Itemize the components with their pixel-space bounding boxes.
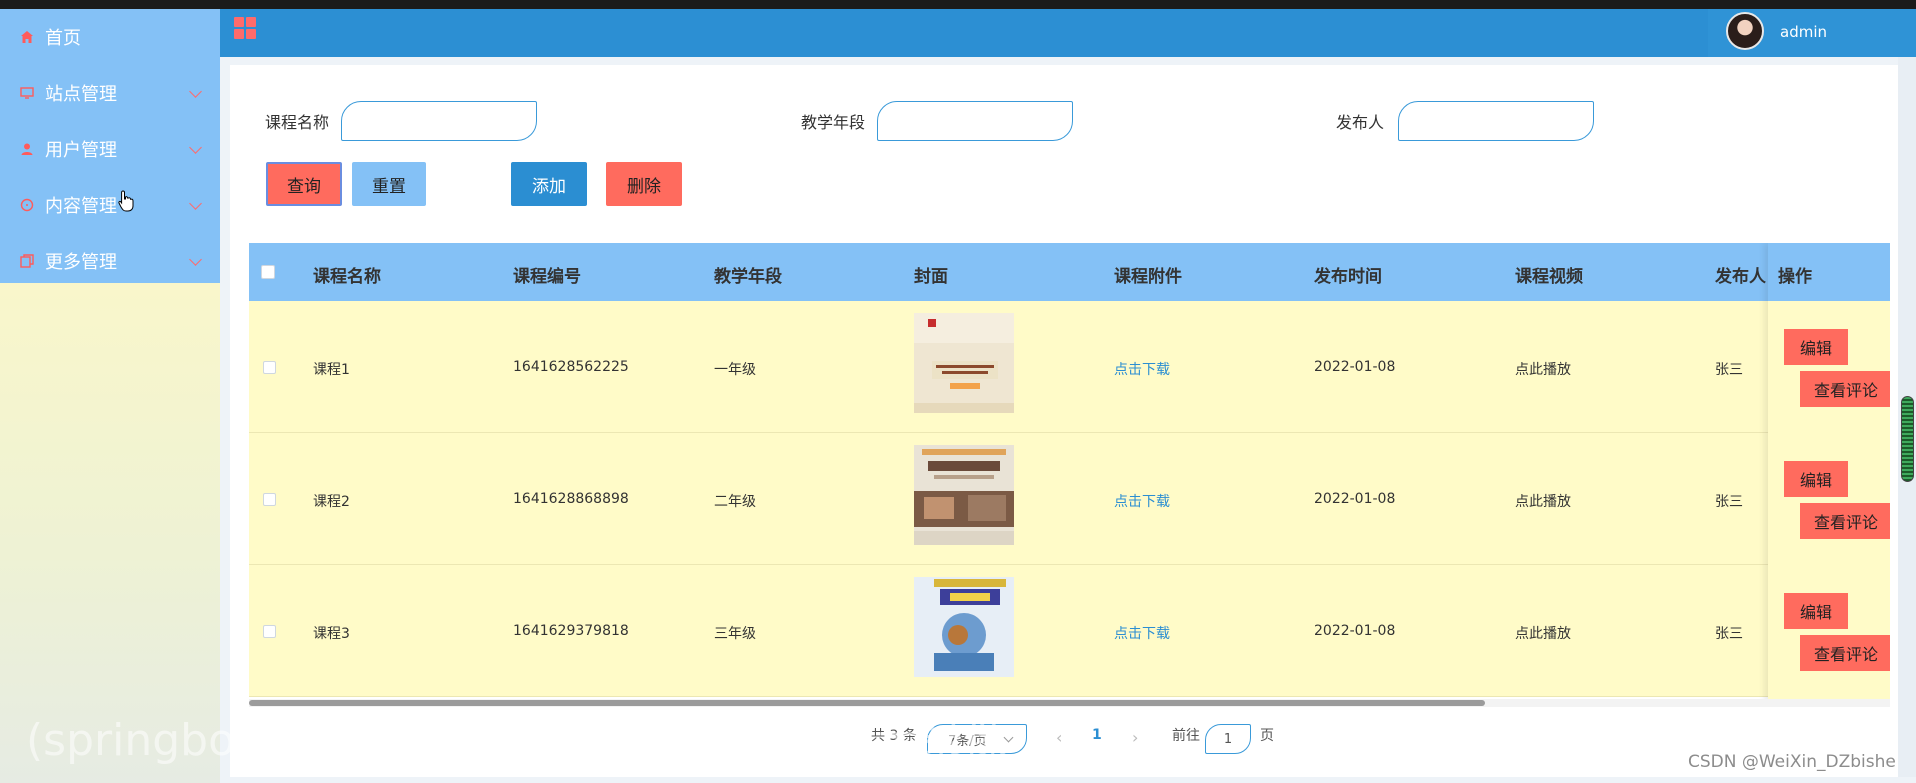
sidebar-menu: 首页 站点管理 用户管理 内容管理 更多管理 — [0, 9, 220, 283]
operations-column: 操作 编辑 查看评论 编辑 查看评论 编辑 查看评论 — [1768, 243, 1890, 703]
course-name-label: 课程名称 — [265, 113, 330, 132]
page-scrollbar-thumb[interactable] — [1901, 396, 1914, 482]
video-play-link[interactable]: 点此播放 — [1515, 491, 1571, 511]
avatar[interactable] — [1726, 12, 1764, 50]
sidebar-item-site[interactable]: 站点管理 — [0, 65, 220, 121]
view-comments-button[interactable]: 查看评论 — [1800, 635, 1890, 671]
course-table: 课程名称 课程编号 教学年段 封面 课程附件 发布时间 课程视频 发布人 课程1… — [249, 243, 1890, 703]
chevron-down-icon — [189, 253, 202, 266]
edit-button[interactable]: 编辑 — [1784, 593, 1848, 629]
course-name-cell: 课程2 — [313, 494, 350, 510]
edit-button[interactable]: 编辑 — [1784, 329, 1848, 365]
home-icon — [19, 29, 35, 45]
column-header: 课程编号 — [513, 267, 581, 287]
csdn-credit: CSDN @WeiXin_DZbishe — [1688, 752, 1896, 772]
content-panel: 课程名称 教学年段 发布人 查询 重置 添加 删除 课程名称 课程编号 教学年段… — [230, 65, 1910, 777]
grid-icon[interactable] — [234, 17, 256, 39]
next-page-icon[interactable]: › — [1132, 728, 1138, 747]
sidebar-item-label: 内容管理 — [45, 196, 117, 217]
column-header: 课程名称 — [313, 267, 381, 287]
monitor-icon — [19, 85, 35, 101]
column-header: 封面 — [914, 267, 948, 287]
attachment-download-link[interactable]: 点击下载 — [1114, 491, 1170, 511]
app-screen: 首页 站点管理 用户管理 内容管理 更多管理 admin 课程名称 教学年段 发… — [0, 0, 1916, 783]
goto-page-input[interactable]: 1 — [1205, 724, 1251, 754]
sidebar-item-label: 用户管理 — [45, 140, 117, 161]
hand-cursor-icon — [118, 190, 134, 212]
column-header: 操作 — [1778, 267, 1812, 287]
delete-button[interactable]: 删除 — [606, 162, 682, 206]
chevron-down-icon — [189, 85, 202, 98]
username[interactable]: admin — [1780, 23, 1827, 41]
column-header: 发布人 — [1715, 267, 1766, 287]
select-all-checkbox[interactable] — [261, 265, 275, 279]
cover-image[interactable] — [914, 577, 1014, 677]
video-play-link[interactable]: 点此播放 — [1515, 359, 1571, 379]
goto-suffix: 页 — [1260, 728, 1274, 744]
grade-cell: 二年级 — [714, 494, 756, 510]
window-top-strip — [0, 0, 1916, 9]
row-checkbox[interactable] — [263, 361, 276, 374]
sidebar-item-label: 站点管理 — [45, 84, 117, 105]
course-name-input[interactable] — [341, 101, 537, 141]
table-row: 课程3 1641629379818 三年级 点击下载 2022-01-08 点此… — [249, 565, 1890, 697]
publisher-cell: 张三 — [1715, 626, 1743, 642]
add-button[interactable]: 添加 — [511, 162, 587, 206]
row-checkbox[interactable] — [263, 493, 276, 506]
sidebar-item-more[interactable]: 更多管理 — [0, 233, 220, 289]
publish-date-cell: 2022-01-08 — [1314, 623, 1396, 639]
current-page[interactable]: 1 — [1092, 727, 1102, 743]
table-row: 课程1 1641628562225 一年级 点击下载 2022-01-08 点此… — [249, 301, 1890, 433]
view-comments-button[interactable]: 查看评论 — [1800, 371, 1890, 407]
edit-button[interactable]: 编辑 — [1784, 461, 1848, 497]
cover-image[interactable] — [914, 313, 1014, 413]
operations-header: 操作 — [1768, 243, 1890, 301]
column-header: 发布时间 — [1314, 267, 1382, 287]
view-comments-button[interactable]: 查看评论 — [1800, 503, 1890, 539]
goto-prefix: 前往 — [1172, 728, 1200, 744]
attachment-download-link[interactable]: 点击下载 — [1114, 359, 1170, 379]
sidebar-item-label: 首页 — [45, 28, 81, 49]
column-header: 教学年段 — [714, 267, 782, 287]
chat-icon — [19, 197, 35, 213]
publisher-label: 发布人 — [1336, 113, 1385, 132]
top-header: admin — [220, 9, 1916, 57]
table-row: 课程2 1641628868898 二年级 点击下载 2022-01-08 点此… — [249, 433, 1890, 565]
publisher-input[interactable] — [1398, 101, 1594, 141]
publisher-cell: 张三 — [1715, 494, 1743, 510]
user-menu[interactable]: admin — [1708, 9, 1916, 57]
chevron-down-icon — [189, 141, 202, 154]
chevron-down-icon — [189, 197, 202, 210]
course-name-cell: 课程1 — [313, 362, 350, 378]
column-header: 课程附件 — [1114, 267, 1182, 287]
course-code-cell: 1641629379818 — [513, 623, 629, 639]
course-code-cell: 1641628868898 — [513, 491, 629, 507]
sidebar-item-home[interactable]: 首页 — [0, 9, 220, 65]
sidebar-item-users[interactable]: 用户管理 — [0, 121, 220, 177]
copy-icon — [19, 253, 35, 269]
sidebar-item-label: 更多管理 — [45, 252, 117, 273]
course-code-cell: 1641628562225 — [513, 359, 629, 375]
publisher-cell: 张三 — [1715, 362, 1743, 378]
publish-date-cell: 2022-01-08 — [1314, 359, 1396, 375]
reset-button[interactable]: 重置 — [352, 162, 426, 206]
prev-page-icon[interactable]: ‹ — [1056, 728, 1062, 747]
sidebar-item-content[interactable]: 内容管理 — [0, 177, 220, 233]
video-watermark: (springboot+mysql)优课在线教学系统 演示录像 — [26, 715, 1008, 766]
cover-image[interactable] — [914, 445, 1014, 545]
grade-label: 教学年段 — [801, 113, 866, 132]
query-button[interactable]: 查询 — [266, 162, 342, 206]
column-header: 课程视频 — [1515, 267, 1583, 287]
grade-input[interactable] — [877, 101, 1073, 141]
sidebar: 首页 站点管理 用户管理 内容管理 更多管理 — [0, 9, 220, 783]
grade-cell: 一年级 — [714, 362, 756, 378]
course-name-cell: 课程3 — [313, 626, 350, 642]
table-header: 课程名称 课程编号 教学年段 封面 课程附件 发布时间 课程视频 发布人 — [249, 243, 1890, 301]
user-icon — [19, 141, 35, 157]
grade-cell: 三年级 — [714, 626, 756, 642]
video-play-link[interactable]: 点此播放 — [1515, 623, 1571, 643]
publish-date-cell: 2022-01-08 — [1314, 491, 1396, 507]
row-checkbox[interactable] — [263, 625, 276, 638]
attachment-download-link[interactable]: 点击下载 — [1114, 623, 1170, 643]
